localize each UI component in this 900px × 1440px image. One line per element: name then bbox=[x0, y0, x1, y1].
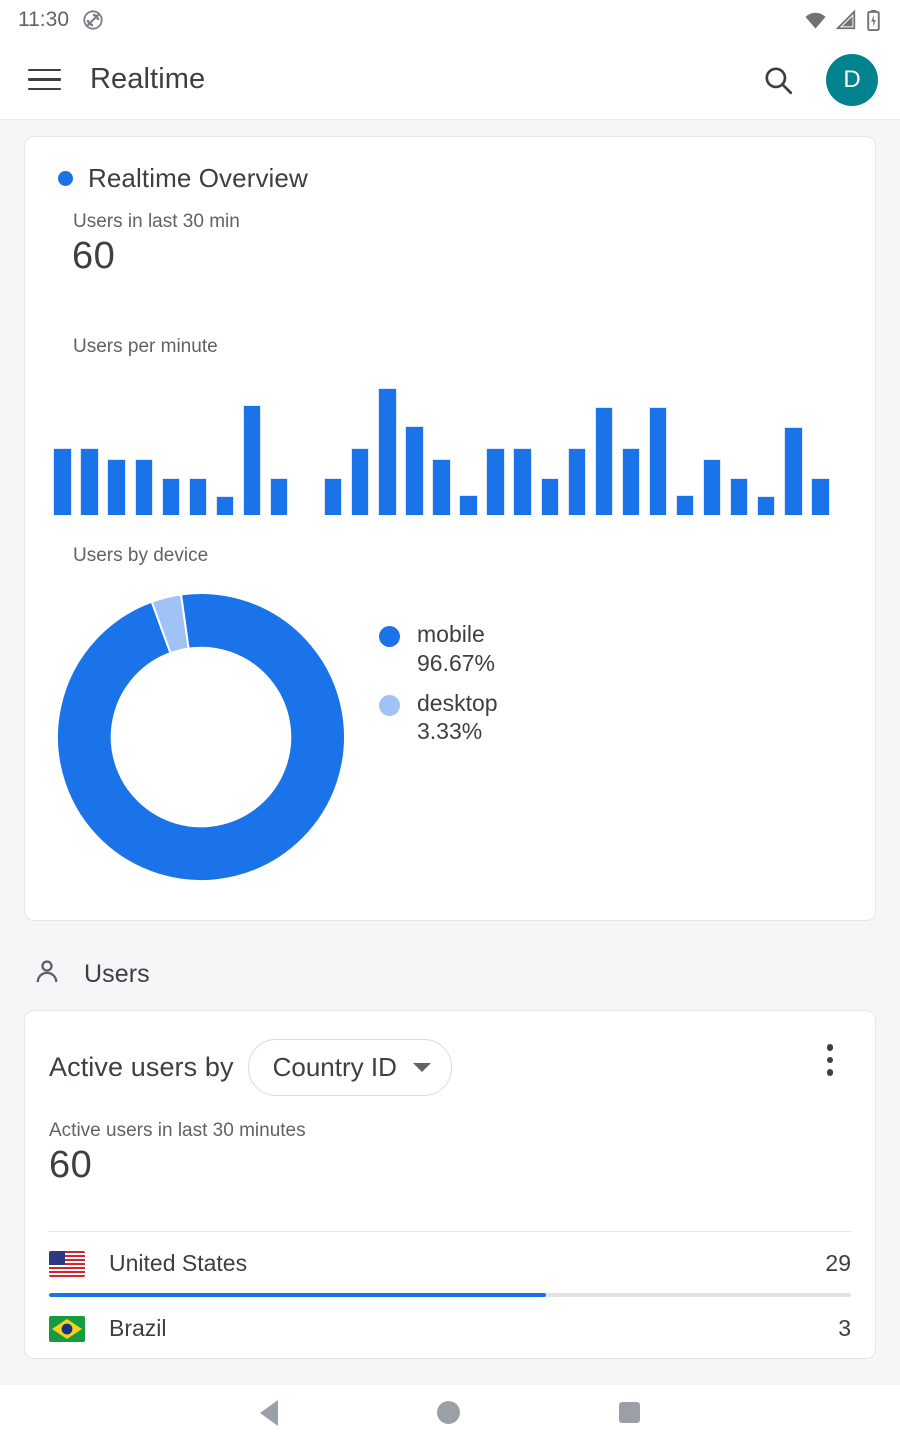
bar-chart-bar bbox=[729, 477, 749, 515]
bar-chart-bar bbox=[242, 405, 262, 515]
country-row[interactable]: United States 29 bbox=[49, 1232, 851, 1293]
live-status-dot-icon bbox=[58, 171, 73, 186]
battery-icon bbox=[865, 9, 882, 32]
country-list: United States 29 Brazil 3 bbox=[49, 1232, 851, 1358]
legend-item: desktop 3.33% bbox=[379, 689, 498, 748]
overview-title: Realtime Overview bbox=[88, 163, 308, 193]
legend-value: 3.33% bbox=[417, 718, 483, 745]
bar-chart-bar bbox=[351, 447, 370, 515]
legend-value: 96.67% bbox=[417, 649, 496, 676]
person-icon bbox=[32, 957, 62, 992]
bar-chart-bar bbox=[567, 447, 586, 515]
active-users-subtitle: Active users in last 30 minutes bbox=[49, 1120, 306, 1141]
country-row[interactable]: Brazil 3 bbox=[49, 1297, 851, 1358]
bar-chart-bar bbox=[702, 459, 722, 515]
bar-chart-bar bbox=[486, 447, 505, 515]
users-per-minute-bar-chart bbox=[49, 380, 851, 515]
device-donut-row: mobile 96.67% desktop 3.33% bbox=[49, 585, 851, 890]
page-title: Realtime bbox=[90, 63, 206, 95]
bar-chart-bar bbox=[540, 477, 559, 515]
bar-chart-bar bbox=[594, 407, 614, 515]
users-section-header: Users bbox=[32, 957, 876, 992]
bar-chart-bar bbox=[107, 459, 126, 515]
bar-chart-bar bbox=[648, 407, 668, 515]
country-name: United States bbox=[109, 1250, 248, 1276]
users-last-30min-value: 60 bbox=[72, 235, 116, 277]
app-bar-actions: D bbox=[756, 53, 878, 106]
users-per-minute-label: Users per minute bbox=[73, 336, 218, 357]
bar-chart-bar bbox=[811, 477, 830, 515]
legend-item: mobile 96.67% bbox=[379, 620, 498, 679]
hamburger-menu-icon[interactable] bbox=[22, 58, 66, 102]
bar-chart-bar bbox=[784, 427, 803, 515]
wifi-icon bbox=[804, 9, 827, 32]
search-icon[interactable] bbox=[756, 58, 800, 102]
cell-signal-icon bbox=[835, 9, 857, 31]
active-users-card: Active users by Country ID Active users … bbox=[24, 1010, 876, 1359]
device-donut-chart bbox=[53, 585, 353, 890]
bar-chart-bar bbox=[80, 447, 99, 515]
active-users-value: 60 bbox=[49, 1144, 93, 1186]
recents-square-icon[interactable] bbox=[619, 1402, 641, 1423]
device-legend: mobile 96.67% desktop 3.33% bbox=[379, 620, 498, 757]
bar-chart-bar bbox=[459, 494, 478, 515]
app-bar: Realtime D bbox=[0, 40, 900, 120]
overview-header: Realtime Overview bbox=[49, 163, 851, 194]
status-bar-left: 11:30 bbox=[18, 8, 104, 32]
legend-label: desktop bbox=[417, 689, 498, 716]
avatar[interactable]: D bbox=[826, 53, 878, 106]
bar-chart-bar bbox=[215, 496, 235, 515]
bar-chart-bar bbox=[323, 477, 343, 515]
users-section-label: Users bbox=[84, 960, 150, 988]
bar-chart-bar bbox=[513, 447, 532, 515]
sync-disabled-icon bbox=[82, 9, 104, 31]
bar-chart-bar bbox=[161, 477, 180, 515]
bar-chart-bar bbox=[134, 459, 153, 515]
android-nav-bar bbox=[0, 1385, 900, 1440]
bar-chart-bar bbox=[188, 477, 208, 515]
country-user-count: 3 bbox=[838, 1315, 851, 1341]
bar-chart-bar bbox=[405, 425, 424, 515]
status-bar: 11:30 bbox=[0, 0, 900, 40]
country-progress-bar bbox=[49, 1293, 851, 1297]
users-by-device-label: Users by device bbox=[73, 545, 209, 566]
bar-chart-bar bbox=[53, 447, 72, 515]
legend-label: mobile bbox=[417, 621, 485, 647]
legend-color-dot-icon bbox=[379, 694, 400, 716]
br-flag-icon bbox=[49, 1315, 85, 1342]
more-vert-icon[interactable] bbox=[813, 1037, 847, 1083]
users-last-30min-label: Users in last 30 min bbox=[73, 211, 240, 232]
realtime-overview-card: Realtime Overview Users in last 30 min 6… bbox=[24, 136, 876, 921]
bar-chart-bar bbox=[269, 477, 289, 515]
dimension-selector-chip[interactable]: Country ID bbox=[247, 1039, 452, 1096]
legend-color-dot-icon bbox=[379, 626, 400, 647]
status-bar-right bbox=[804, 9, 882, 32]
home-circle-icon[interactable] bbox=[436, 1401, 460, 1424]
bar-chart-bar bbox=[675, 494, 695, 515]
bar-chart-bar bbox=[378, 388, 397, 515]
country-name: Brazil bbox=[109, 1315, 167, 1341]
active-users-title: Active users by bbox=[49, 1052, 234, 1082]
back-triangle-icon[interactable] bbox=[259, 1399, 278, 1426]
country-user-count: 29 bbox=[825, 1250, 851, 1276]
users-by-device-block: Users by device mobile 96.67% desktop 3.33% bbox=[49, 545, 851, 890]
chevron-down-icon bbox=[412, 1063, 431, 1072]
dimension-selector-label: Country ID bbox=[272, 1052, 397, 1082]
bar-chart-bar bbox=[432, 459, 451, 515]
bar-chart-bar bbox=[621, 447, 641, 515]
status-bar-clock: 11:30 bbox=[18, 8, 69, 31]
page-content: Realtime Overview Users in last 30 min 6… bbox=[0, 120, 900, 1385]
us-flag-icon bbox=[49, 1250, 85, 1277]
active-users-title-row: Active users by Country ID bbox=[49, 1039, 851, 1096]
donut-slice bbox=[56, 592, 346, 882]
bar-chart-bar bbox=[757, 496, 776, 515]
